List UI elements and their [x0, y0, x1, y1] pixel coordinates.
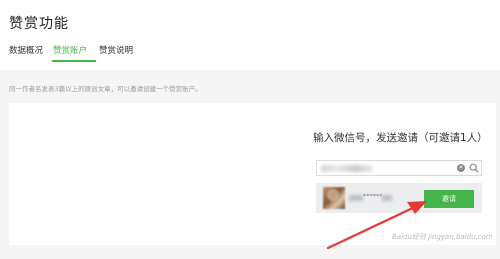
notice-text: 同一作者名发表3篇以上的原创文章，可以邀请创建一个赞赏账户。	[9, 85, 202, 93]
tab-reward-explanation[interactable]: 赞赏说明	[99, 44, 133, 56]
search-input[interactable]: ✕	[316, 160, 482, 176]
active-tab-indicator	[52, 60, 96, 62]
page-title: 赞赏功能	[9, 16, 69, 32]
clear-icon[interactable]: ✕	[457, 164, 465, 172]
watermark: Baidu经验 jingyan.baidu.com	[392, 233, 493, 241]
search-value	[323, 164, 369, 173]
tab-data-overview[interactable]: 数据概况	[9, 44, 43, 56]
page-header: 赞赏功能 数据概况 赞赏账户 赞赏说明	[0, 0, 500, 70]
invite-title: 输入微信号，发送邀请（可邀请1人）	[313, 132, 488, 144]
invite-button[interactable]: 邀请	[424, 190, 474, 208]
arrow-icon	[326, 201, 427, 250]
search-icon[interactable]	[469, 163, 479, 173]
tab-reward-account[interactable]: 赞赏账户	[53, 44, 87, 56]
